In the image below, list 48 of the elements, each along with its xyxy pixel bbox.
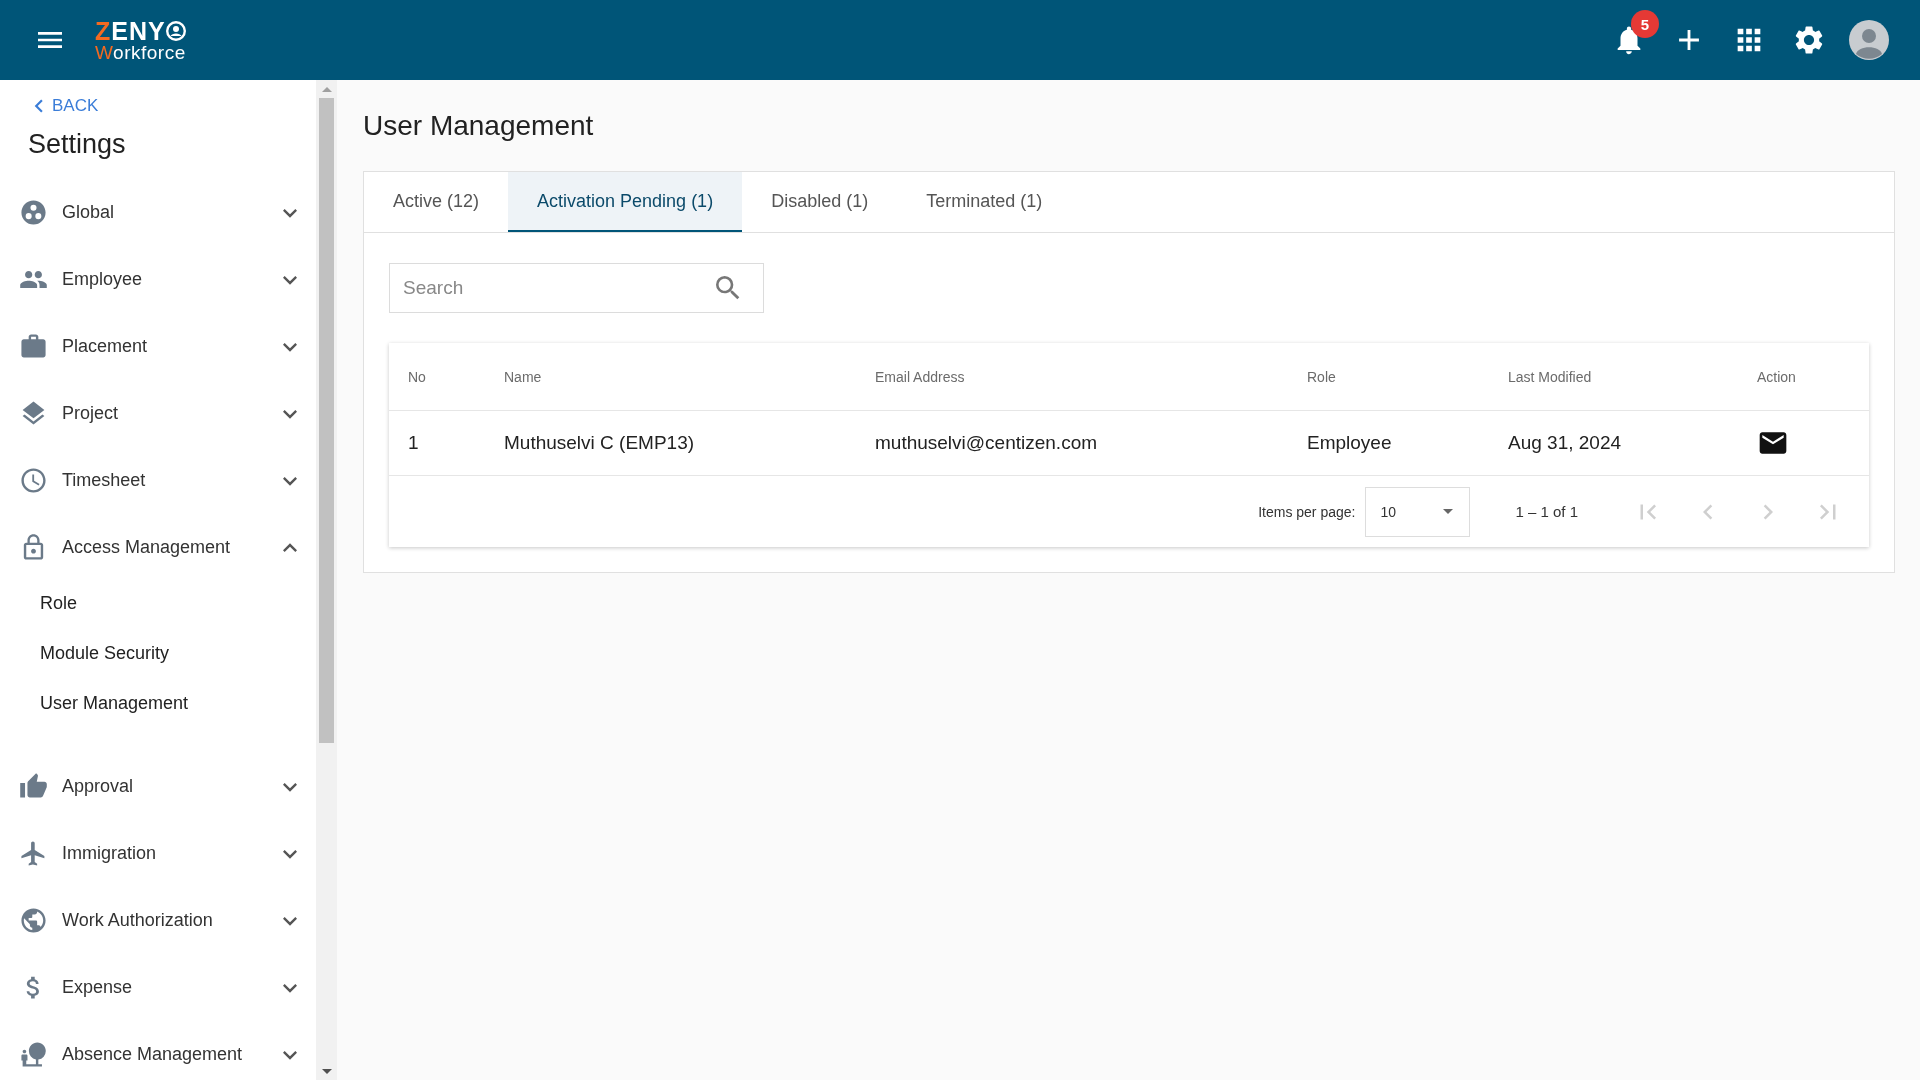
clock-icon [19,466,48,495]
tab[interactable]: Active (12) [364,172,509,232]
sidebar-item[interactable]: Placement [62,336,276,357]
sidebar-item[interactable]: Employee [62,269,276,290]
column-header: Name [504,368,542,385]
scrollbar-thumb[interactable] [319,98,334,743]
table-cell: Employee [1307,432,1392,454]
sidebar-item[interactable]: Access Management [62,537,276,558]
column-header: Email Address [875,368,965,385]
caret-icon [1443,509,1454,514]
sidebar-item[interactable]: Work Authorization [62,910,276,931]
page-size-dropdown[interactable]: 10 [1365,486,1471,537]
table-cell: muthuselvi@centizen.com [875,432,1098,454]
tab[interactable]: Activation Pending (1) [508,172,743,232]
back-link[interactable]: BACK [26,96,99,116]
sidebar-item[interactable]: Immigration [62,843,276,864]
globe-icon [19,906,48,935]
logo-text: Workforce [95,42,186,62]
sidebar-item[interactable]: Project [62,403,276,424]
tab[interactable]: Disabled (1) [742,172,898,232]
circle-dots-icon [19,198,48,227]
logo-text: ZENY [95,18,166,44]
page-range: 1 – 1 of 1 [1515,503,1578,520]
sidebar-subitem[interactable]: Module Security [40,642,170,664]
avatar-icon[interactable] [1849,20,1889,60]
items-per-page-label: Items per page: [1258,503,1356,520]
sidebar-subitem[interactable]: Role [40,592,78,614]
column-header: Role [1307,368,1336,385]
sidebar-item[interactable]: Timesheet [62,470,276,491]
notification-badge: 5 [1631,10,1659,38]
table-cell: Aug 31, 2024 [1508,432,1622,454]
search-field[interactable]: Search [389,263,764,313]
sidebar-item[interactable]: Absence Management [62,1044,276,1065]
sidebar-item[interactable]: Approval [62,776,276,797]
column-header: No [408,368,426,385]
logo-person-circle-icon [165,21,186,41]
table-cell: 1 [408,432,419,454]
sidebar-subitem[interactable]: User Management [40,692,189,714]
tab[interactable]: Terminated (1) [897,172,1072,232]
sidebar-title: Settings [28,128,127,161]
column-header: Action [1757,368,1796,385]
page-title: User Management [363,109,595,143]
person-tree-icon [19,1040,48,1069]
sidebar-item[interactable]: Global [62,202,276,223]
scroll-down-icon[interactable] [321,1069,332,1074]
column-header: Last Modified [1508,368,1592,385]
sidebar-item[interactable]: Expense [62,977,276,998]
table-cell: Muthuselvi C (EMP13) [504,432,695,454]
